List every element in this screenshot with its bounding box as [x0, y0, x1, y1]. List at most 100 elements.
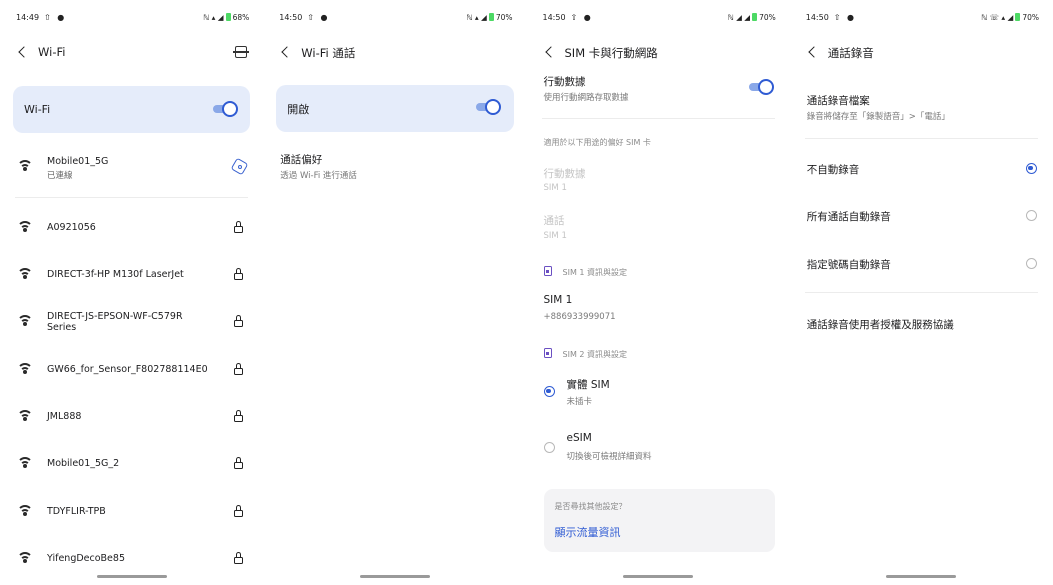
back-arrow-icon[interactable]	[279, 45, 293, 59]
recording-files-title[interactable]: 通話錄音檔案	[807, 93, 870, 108]
lock-icon	[234, 505, 244, 517]
wifi-calling-toggle-label: 開啟	[287, 103, 310, 116]
network-ssid: Mobile01_5G	[47, 156, 109, 167]
wifi-calling-toggle-switch[interactable]	[475, 99, 501, 115]
network-ssid: YifengDecoBe85	[47, 553, 125, 564]
call-preference-subtitle: 透過 Wi-Fi 進行通話	[280, 171, 357, 181]
screen-wifi: 14:49 ⇧ ● ℕ ▴ ◢ 68% Wi-Fi Wi-Fi Mobile01_…	[0, 0, 264, 585]
network-row-connected[interactable]: Mobile01_5G 已連線	[0, 152, 263, 182]
scan-icon[interactable]	[233, 46, 250, 58]
network-ssid: GW66_for_Sensor_F802788114E0	[47, 364, 208, 375]
network-row[interactable]: GW66_for_Sensor_F802788114E0	[0, 355, 263, 385]
wifi-signal-icon	[17, 505, 33, 517]
sim1-name[interactable]: SIM 1	[544, 294, 573, 306]
lock-icon	[234, 315, 244, 327]
recording-agreement-link[interactable]: 通話錄音使用者授權及服務協議	[807, 317, 954, 332]
lock-icon	[234, 363, 244, 375]
back-arrow-icon[interactable]	[543, 45, 557, 59]
physical-sim-subtitle: 未插卡	[566, 397, 593, 407]
gesture-bar[interactable]	[886, 575, 957, 578]
network-ssid: JML888	[47, 411, 82, 422]
wifi-toggle-label: Wi-Fi	[24, 103, 51, 116]
network-row[interactable]: JML888	[0, 402, 263, 432]
pref-call-value: SIM 1	[543, 231, 567, 241]
wifi-calling-toggle-card[interactable]: 開啟	[276, 85, 514, 132]
esim-radio[interactable]	[543, 442, 555, 453]
battery-icon	[1015, 13, 1021, 21]
option-record-selected[interactable]: 指定號碼自動錄音	[807, 257, 891, 272]
status-bar: 14:50 ⇧ ● ℕ ☏ ▴ ◢ 70%	[790, 10, 1053, 26]
network-row[interactable]: YifengDecoBe85	[0, 544, 263, 574]
screen-call-recording: 14:50 ⇧ ● ℕ ☏ ▴ ◢ 70% 通話錄音 通話錄音檔案 錄音將儲存至「…	[789, 0, 1053, 585]
option-no-auto-record[interactable]: 不自動錄音	[807, 162, 860, 177]
lock-icon	[234, 457, 244, 469]
back-arrow-icon[interactable]	[806, 45, 820, 59]
show-data-usage-link[interactable]: 顯示流量資訊	[555, 524, 621, 540]
status-time: 14:50	[542, 13, 566, 22]
pref-call-title: 通話	[543, 215, 565, 227]
divider	[804, 292, 1038, 293]
page-title: SIM 卡與行動網路	[564, 46, 658, 60]
network-row[interactable]: TDYFLIR-TPB	[0, 497, 263, 527]
call-preference-title[interactable]: 通話偏好	[280, 152, 322, 167]
wifi-signal-icon	[17, 552, 33, 564]
network-ssid: DIRECT-3f-HP M130f LaserJet	[47, 269, 184, 280]
divider	[804, 138, 1038, 139]
status-right-icons: ℕ ▴ ◢ 68%	[203, 13, 250, 22]
network-row[interactable]: Mobile01_5G_2	[0, 449, 263, 479]
divider	[541, 118, 775, 119]
status-notification-icons: ⇧ ●	[44, 13, 67, 22]
wifi-signal-icon	[17, 363, 33, 375]
status-time: 14:49	[16, 13, 40, 22]
status-notification-icons: ⇧ ●	[307, 13, 330, 22]
gesture-bar[interactable]	[359, 575, 430, 578]
status-notification-icons: ⇧ ●	[570, 13, 593, 22]
no-auto-record-radio[interactable]	[1025, 163, 1037, 174]
esim-title[interactable]: eSIM	[567, 432, 592, 444]
wifi-signal-icon	[17, 410, 33, 422]
wifi-toggle-card[interactable]: Wi-Fi	[13, 86, 251, 133]
option-record-all[interactable]: 所有通話自動錄音	[807, 209, 891, 224]
gear-icon[interactable]	[230, 157, 249, 176]
gesture-bar[interactable]	[96, 575, 167, 578]
network-row[interactable]: A0921056	[0, 213, 263, 243]
record-all-radio[interactable]	[1025, 210, 1037, 221]
record-selected-radio[interactable]	[1025, 258, 1037, 269]
screens-container: 14:49 ⇧ ● ℕ ▴ ◢ 68% Wi-Fi Wi-Fi Mobile01_…	[0, 0, 1053, 585]
physical-sim-radio[interactable]	[543, 386, 555, 397]
wifi-toggle-switch[interactable]	[213, 101, 239, 117]
battery-percent: 70%	[1022, 13, 1039, 22]
network-ssid: TDYFLIR-TPB	[47, 506, 106, 517]
esim-subtitle: 切換後可檢視詳細資料	[566, 452, 652, 462]
mobile-data-toggle-switch[interactable]	[748, 79, 774, 95]
battery-percent: 68%	[232, 13, 250, 22]
sim2-section-label: SIM 2 資訊與設定	[562, 350, 628, 359]
status-bar: 14:50 ⇧ ● ℕ ▴ ◢ 70%	[263, 10, 526, 26]
wifi-signal-icon	[17, 268, 33, 280]
recording-files-subtitle: 錄音將儲存至「錄製語音」>「電話」	[806, 112, 950, 122]
divider	[15, 197, 249, 198]
pref-data-title: 行動數據	[543, 168, 586, 180]
wifi-signal-icon	[17, 221, 33, 233]
page-title: 通話錄音	[827, 46, 874, 60]
battery-icon	[225, 13, 231, 21]
wifi-signal-icon	[17, 315, 33, 327]
network-row[interactable]: DIRECT-3f-HP M130f LaserJet	[0, 260, 263, 290]
status-bar: 14:49 ⇧ ● ℕ ▴ ◢ 68%	[0, 10, 263, 26]
battery-percent: 70%	[495, 13, 513, 22]
sim-card-icon	[543, 266, 552, 276]
network-row[interactable]: DIRECT-JS-EPSON-WF-C579R Series	[0, 307, 263, 337]
wifi-signal-icon	[17, 457, 33, 469]
sim1-number: +886933999071	[543, 312, 616, 322]
back-arrow-icon[interactable]	[16, 45, 30, 59]
other-settings-question: 是否尋找其他設定？	[554, 502, 627, 511]
status-bar: 14:50 ⇧ ● ℕ ◢ ◢ 70%	[527, 10, 790, 26]
sim-card-icon	[543, 348, 552, 358]
preferred-sim-label: 適用於以下用途的偏好 SIM 卡	[543, 138, 651, 147]
mobile-data-title[interactable]: 行動數據	[544, 74, 586, 89]
header: Wi-Fi	[0, 42, 263, 64]
lock-icon	[234, 221, 244, 233]
gesture-bar[interactable]	[623, 575, 694, 578]
physical-sim-title[interactable]: 實體 SIM	[567, 377, 610, 392]
status-right-icons: ℕ ☏ ▴ ◢ 70%	[981, 13, 1039, 22]
